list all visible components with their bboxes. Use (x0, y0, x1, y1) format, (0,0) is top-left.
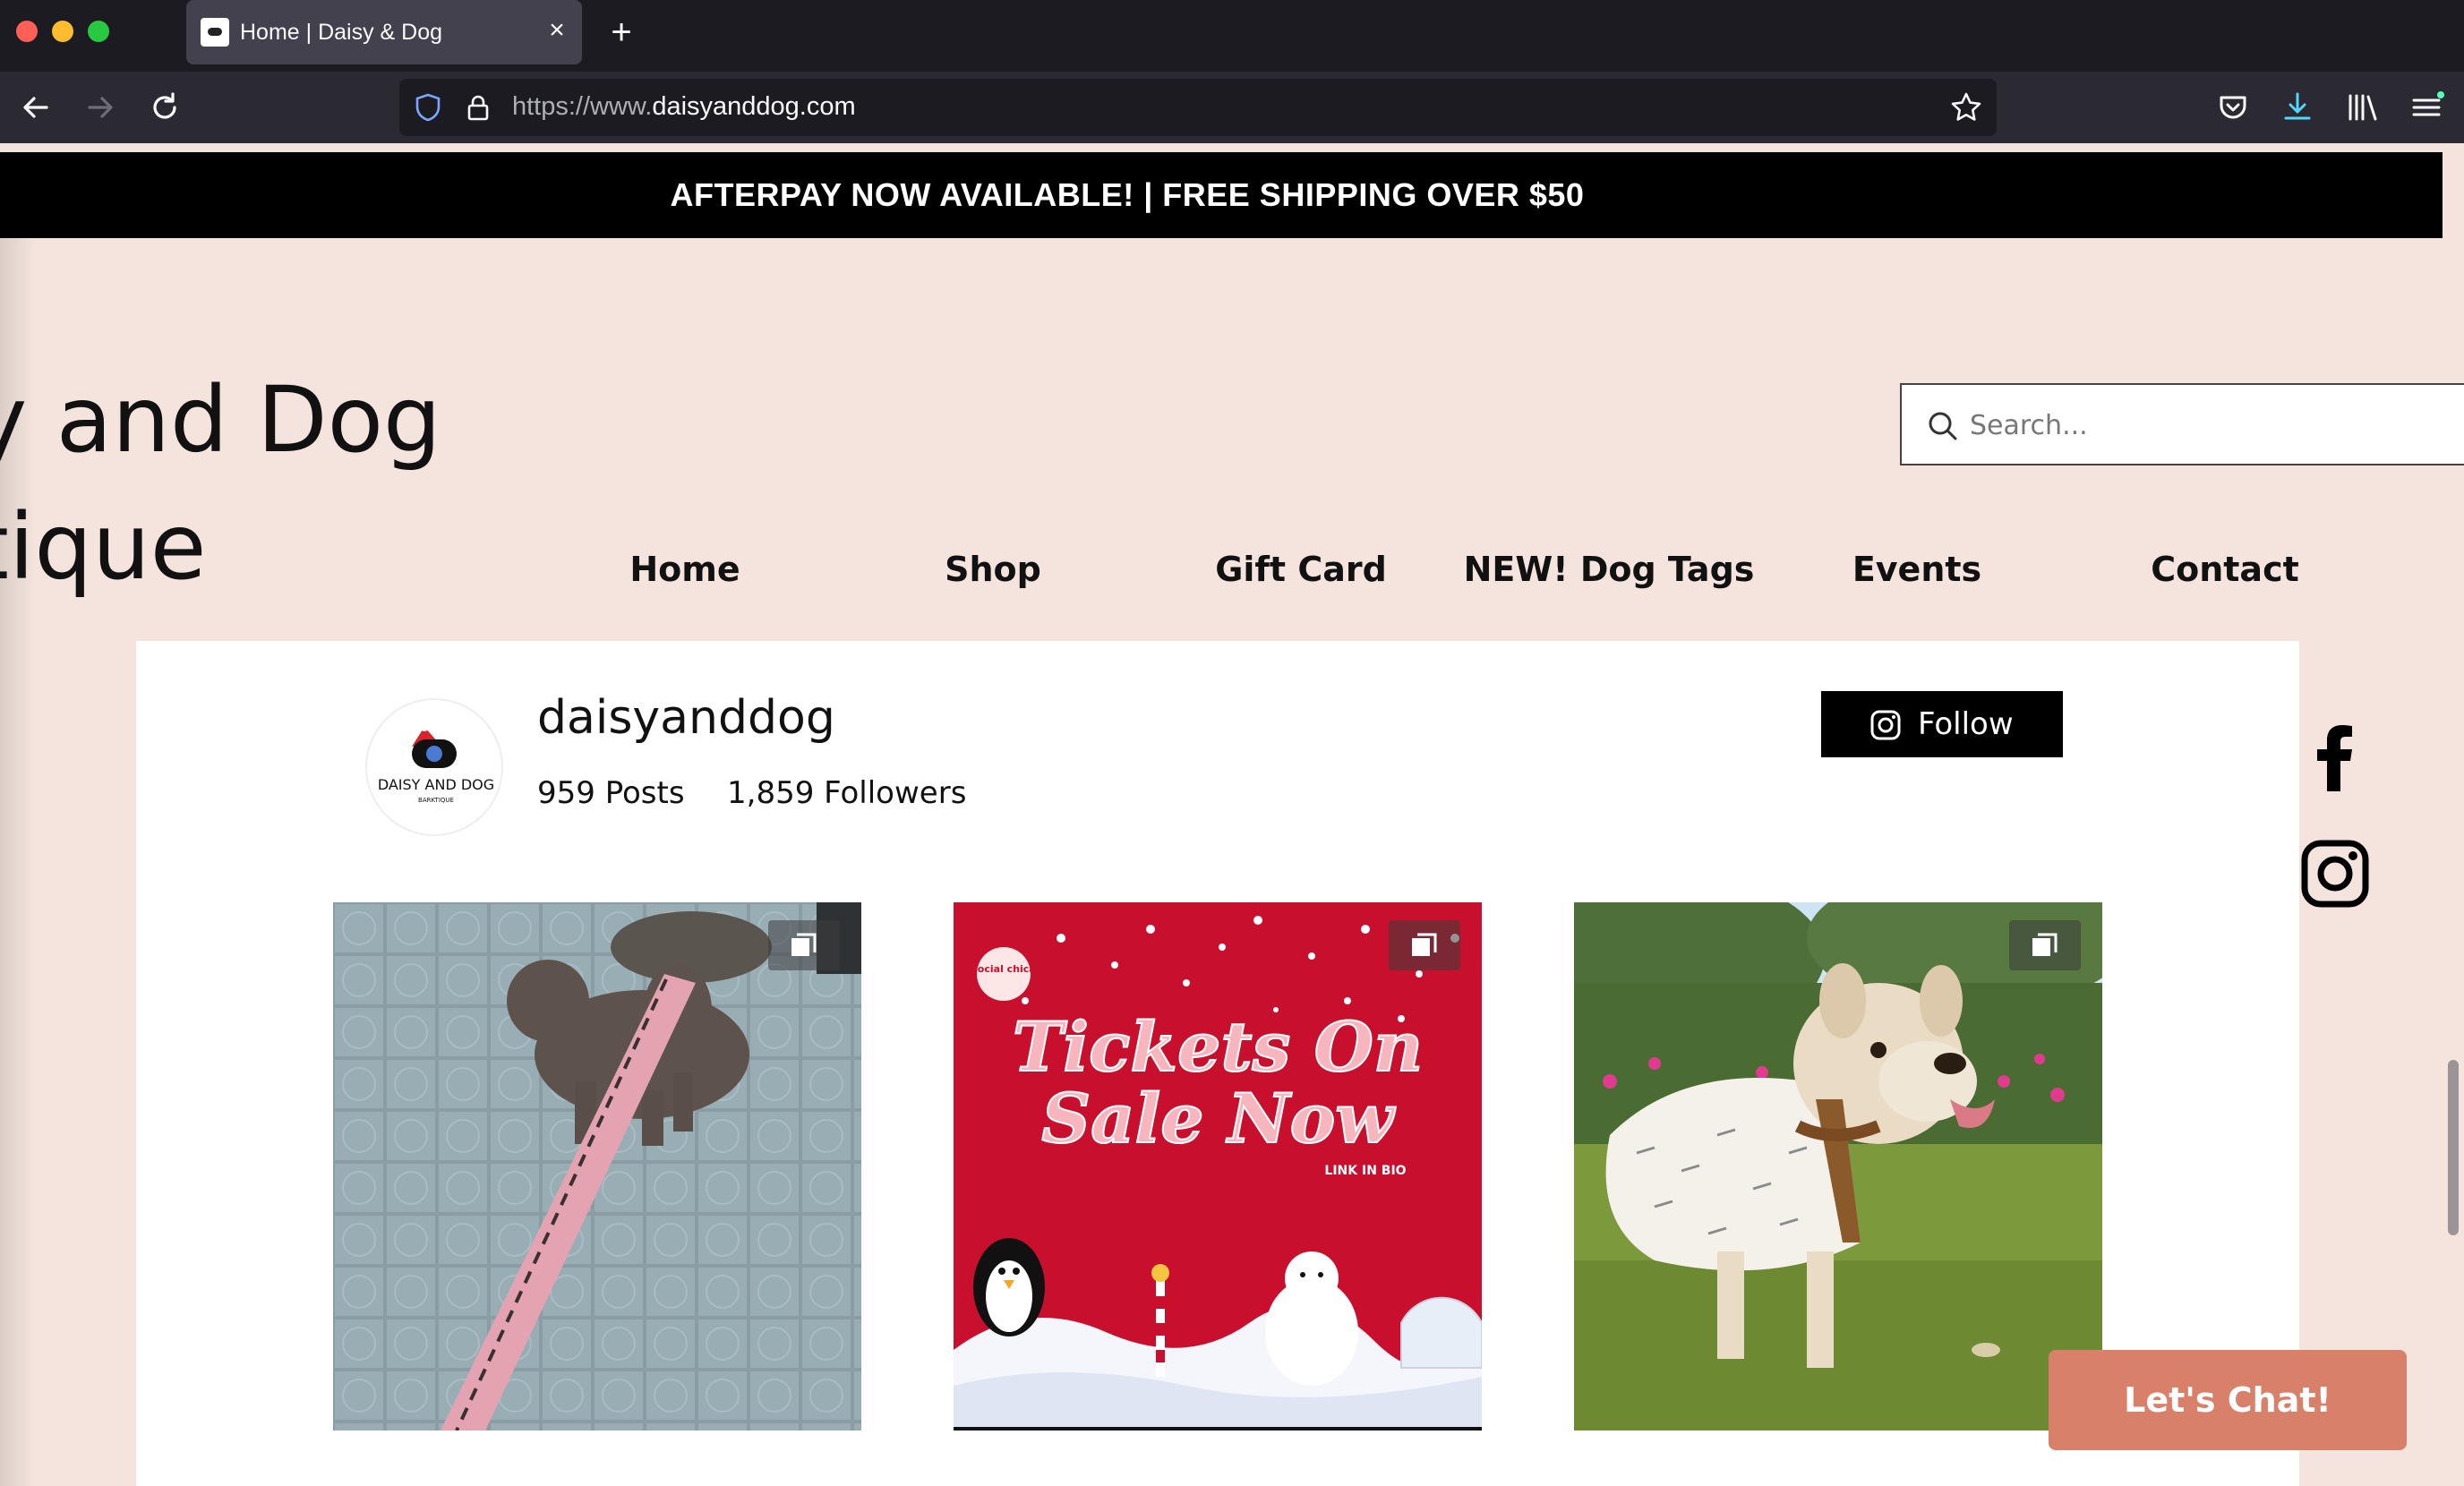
announcement-bar: AFTERPAY NOW AVAILABLE! | FREE SHIPPING … (0, 152, 2443, 238)
instagram-icon[interactable] (2292, 831, 2378, 917)
lock-icon[interactable] (462, 91, 494, 124)
nav-events[interactable]: Events (1763, 550, 2071, 589)
instagram-username[interactable]: daisyanddog (537, 691, 835, 745)
url-prefix: https://www. (512, 92, 653, 121)
nav-contact[interactable]: Contact (2071, 550, 2379, 589)
chat-button[interactable]: Let's Chat! (2049, 1350, 2407, 1450)
search-input[interactable] (1970, 405, 2417, 446)
page-top-edge (0, 143, 2443, 150)
star-icon[interactable] (1948, 90, 1984, 125)
announcement-text: AFTERPAY NOW AVAILABLE! | FREE SHIPPING … (670, 176, 1585, 213)
close-window-button[interactable] (16, 21, 38, 42)
browser-tab-bar: Home | Daisy & Dog × + (0, 0, 2464, 72)
search-icon[interactable] (1925, 408, 1961, 444)
search-box[interactable] (1900, 383, 2464, 465)
close-tab-icon[interactable]: × (544, 14, 569, 47)
browser-tab[interactable]: Home | Daisy & Dog × (186, 0, 582, 64)
avatar-logo: DAISY AND DOG BARKTIQUE (378, 722, 494, 804)
tickets-headline-2: Sale Now (1041, 1079, 1396, 1158)
browser-toolbar: https://www.daisyanddog.com (0, 72, 2464, 143)
posts-count: 959 Posts (537, 775, 685, 811)
address-bar[interactable]: https://www.daisyanddog.com (399, 79, 1997, 136)
library-icon[interactable] (2342, 88, 2382, 127)
pocket-icon[interactable] (2213, 88, 2253, 127)
multiple-images-icon (768, 920, 840, 970)
avatar[interactable]: DAISY AND DOG BARKTIQUE (365, 698, 503, 836)
page-scrollbar[interactable] (2448, 1060, 2459, 1235)
poodle-photo (333, 902, 861, 1430)
main-navigation: Home Shop Gift Card NEW! Dog Tags Events… (0, 550, 2464, 603)
multiple-images-icon (1389, 920, 1460, 970)
minimize-window-button[interactable] (52, 21, 73, 42)
forward-icon[interactable] (81, 88, 120, 127)
followers-count: 1,859 Followers (727, 775, 967, 811)
reload-icon[interactable] (145, 88, 184, 127)
tab-title: Home | Daisy & Dog (240, 20, 443, 45)
menu-icon[interactable] (2407, 88, 2446, 127)
download-icon[interactable] (2278, 88, 2317, 127)
instagram-post-bulldog[interactable] (1574, 902, 2102, 1430)
new-tab-button[interactable]: + (603, 13, 639, 52)
follow-button[interactable]: Follow (1821, 691, 2063, 757)
nav-home[interactable]: Home (531, 550, 839, 589)
avatar-text: DAISY AND DOG (378, 776, 494, 793)
site-title-line-1[interactable]: y and Dog (0, 367, 441, 474)
nav-dog-tags[interactable]: NEW! Dog Tags (1455, 550, 1763, 589)
nav-shop[interactable]: Shop (839, 550, 1147, 589)
back-icon[interactable] (16, 88, 56, 127)
page-viewport: AFTERPAY NOW AVAILABLE! | FREE SHIPPING … (0, 143, 2464, 1486)
nav-gift-card[interactable]: Gift Card (1147, 550, 1455, 589)
multiple-images-icon (2009, 920, 2081, 970)
follow-label: Follow (1918, 706, 2014, 742)
instagram-post-poodle[interactable] (333, 902, 861, 1430)
avatar-subtext: BARKTIQUE (418, 797, 454, 804)
tickets-headline-1: Tickets On (1013, 1007, 1424, 1087)
shield-icon[interactable] (412, 91, 444, 124)
facebook-icon[interactable] (2292, 714, 2378, 800)
site-favicon-icon (201, 18, 229, 47)
url-domain: daisyanddog.com (652, 92, 856, 121)
social-chica-badge: social chica (971, 963, 1035, 975)
url-text[interactable]: https://www.daisyanddog.com (512, 92, 856, 122)
bulldog-photo (1574, 902, 2102, 1430)
tickets-graphic: social chica Tickets On Sale Now LINK IN… (954, 902, 1482, 1430)
instagram-icon (1870, 710, 1901, 740)
instagram-feed: DAISY AND DOG BARKTIQUE daisyanddog 959 … (136, 641, 2299, 1486)
maximize-window-button[interactable] (88, 21, 109, 42)
link-in-bio: LINK IN BIO (1324, 1164, 1406, 1178)
instagram-post-tickets[interactable]: social chica Tickets On Sale Now LINK IN… (954, 902, 1482, 1430)
